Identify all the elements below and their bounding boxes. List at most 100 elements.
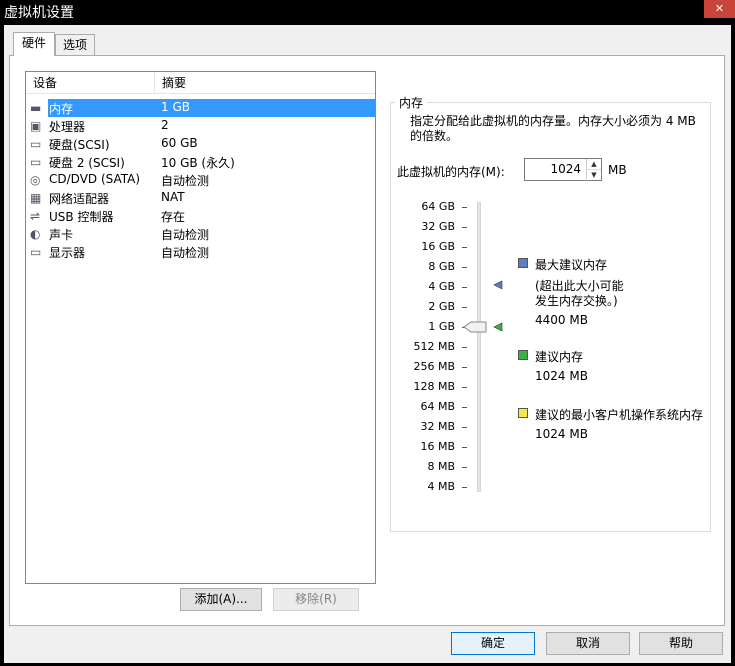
disk-icon: ▭ bbox=[30, 137, 42, 151]
device-list[interactable]: 设备 摘要 ▬ 内存 1 GB ▣ 处理器 2 ▭ 硬盘(SCSI) 60 GB ▭ 硬盘 2 (S… bbox=[25, 71, 376, 584]
cd-icon: ◎ bbox=[30, 173, 41, 187]
slider-tick-mark bbox=[462, 427, 467, 428]
slider-tick-mark bbox=[462, 247, 467, 248]
device-row[interactable]: ▦ 网络适配器 NAT bbox=[26, 189, 375, 207]
device-name: 硬盘 2 (SCSI) bbox=[49, 156, 125, 170]
column-header-device[interactable]: 设备 bbox=[26, 72, 154, 94]
memory-description: 指定分配给此虚拟机的内存量。内存大小必须为 4 MB 的倍数。 bbox=[410, 114, 696, 143]
slider-tick-mark bbox=[462, 327, 467, 328]
slider-tick-mark bbox=[462, 407, 467, 408]
device-row[interactable]: ▭ 显示器 自动检测 bbox=[26, 243, 375, 261]
window-title: 虚拟机设置 bbox=[4, 5, 74, 21]
memory-field-label: 此虚拟机的内存(M): bbox=[397, 165, 505, 179]
device-row[interactable]: ⇌ USB 控制器 存在 bbox=[26, 207, 375, 225]
memory-spinbox[interactable]: 1024 ▲ ▼ bbox=[524, 158, 602, 181]
legend-value: 4400 MB bbox=[535, 313, 588, 327]
slider-tick-label: 8 GB bbox=[428, 260, 455, 273]
device-summary: 2 bbox=[161, 118, 169, 132]
legend-title: 最大建议内存 bbox=[535, 258, 608, 272]
cancel-button[interactable]: 取消 bbox=[546, 632, 630, 655]
tab-options[interactable]: 选项 bbox=[55, 34, 95, 56]
slider-tick-mark bbox=[462, 387, 467, 388]
usb-icon: ⇌ bbox=[30, 209, 41, 223]
device-row[interactable]: ◎ CD/DVD (SATA) 自动检测 bbox=[26, 171, 375, 189]
slider-tick-mark bbox=[462, 307, 467, 308]
device-summary: 1 GB bbox=[161, 100, 190, 114]
slider-tick-label: 512 MB bbox=[413, 340, 455, 353]
spin-up-icon[interactable]: ▲ bbox=[586, 159, 601, 170]
device-summary: 60 GB bbox=[161, 136, 198, 150]
device-name: USB 控制器 bbox=[49, 210, 114, 224]
remove-button[interactable]: 移除(R) bbox=[273, 588, 359, 611]
memory-value[interactable]: 1024 bbox=[550, 162, 581, 176]
slider-tick-label: 32 GB bbox=[421, 220, 455, 233]
device-name: 处理器 bbox=[49, 120, 86, 134]
slider-tick-mark bbox=[462, 207, 467, 208]
slider-tick-mark bbox=[462, 227, 467, 228]
list-header: 设备 摘要 bbox=[26, 72, 375, 94]
slider-tick-mark bbox=[462, 467, 467, 468]
slider-tick-mark bbox=[462, 347, 467, 348]
slider-tick-mark bbox=[462, 267, 467, 268]
disk-icon: ▭ bbox=[30, 155, 42, 169]
slider-tick-label: 16 MB bbox=[420, 440, 455, 453]
legend-value: 1024 MB bbox=[535, 369, 588, 383]
slider-tick-label: 64 GB bbox=[421, 200, 455, 213]
slider-tick-mark bbox=[462, 287, 467, 288]
slider-tick-label: 8 MB bbox=[427, 460, 455, 473]
device-name: CD/DVD (SATA) bbox=[49, 172, 141, 186]
selection-highlight bbox=[48, 99, 375, 117]
ok-button[interactable]: 确定 bbox=[451, 632, 535, 655]
legend-note: 发生内存交换。) bbox=[535, 294, 618, 308]
memory-icon: ▬ bbox=[30, 101, 42, 115]
display-icon: ▭ bbox=[30, 245, 42, 259]
device-row[interactable]: ◐ 声卡 自动检测 bbox=[26, 225, 375, 243]
vm-settings-window: 虚拟机设置 ✕ 硬件 选项 设备 摘要 ▬ 内存 1 GB ▣ 处理器 2 ▭ 硬盘(SCSI… bbox=[0, 0, 735, 666]
slider-tick-label: 64 MB bbox=[420, 400, 455, 413]
slider-tick-label: 32 MB bbox=[420, 420, 455, 433]
slider-tick-label: 2 GB bbox=[428, 300, 455, 313]
device-summary: 自动检测 bbox=[161, 228, 210, 242]
device-name: 内存 bbox=[49, 102, 74, 116]
device-summary: 10 GB (永久) bbox=[161, 156, 235, 170]
spin-down-icon[interactable]: ▼ bbox=[586, 170, 601, 181]
device-name: 网络适配器 bbox=[49, 192, 110, 206]
legend-value: 1024 MB bbox=[535, 427, 588, 441]
slider-tick-label: 1 GB bbox=[428, 320, 455, 333]
memory-slider-track[interactable] bbox=[477, 202, 481, 492]
hardware-panel: 设备 摘要 ▬ 内存 1 GB ▣ 处理器 2 ▭ 硬盘(SCSI) 60 GB ▭ 硬盘 2 (S… bbox=[9, 55, 725, 626]
device-row[interactable]: ▣ 处理器 2 bbox=[26, 117, 375, 135]
slider-tick-label: 4 GB bbox=[428, 280, 455, 293]
sound-icon: ◐ bbox=[30, 227, 41, 241]
device-summary: 自动检测 bbox=[161, 246, 210, 260]
dialog-client: 硬件 选项 设备 摘要 ▬ 内存 1 GB ▣ 处理器 2 ▭ 硬盘(SCSI) 60 GB ▭ 硬… bbox=[4, 25, 731, 663]
title-bar: 虚拟机设置 ✕ bbox=[0, 0, 735, 25]
device-name: 声卡 bbox=[49, 228, 74, 242]
device-summary: 自动检测 bbox=[161, 174, 210, 188]
device-summary: NAT bbox=[161, 190, 185, 204]
tab-hardware[interactable]: 硬件 bbox=[13, 32, 55, 56]
add-button[interactable]: 添加(A)... bbox=[180, 588, 262, 611]
slider-tick-mark bbox=[462, 367, 467, 368]
device-row[interactable]: ▭ 硬盘 2 (SCSI) 10 GB (永久) bbox=[26, 153, 375, 171]
device-summary: 存在 bbox=[161, 210, 186, 224]
legend-title: 建议的最小客户机操作系统内存 bbox=[535, 408, 704, 422]
device-name: 显示器 bbox=[49, 246, 86, 260]
column-header-summary[interactable]: 摘要 bbox=[154, 72, 375, 94]
memory-unit: MB bbox=[608, 163, 627, 177]
slider-tick-label: 4 MB bbox=[427, 480, 455, 493]
processor-icon: ▣ bbox=[30, 119, 42, 133]
slider-tick-mark bbox=[462, 487, 467, 488]
device-name: 硬盘(SCSI) bbox=[49, 138, 110, 152]
legend-swatch bbox=[518, 408, 528, 418]
slider-tick-mark bbox=[462, 447, 467, 448]
device-row[interactable]: ▭ 硬盘(SCSI) 60 GB bbox=[26, 135, 375, 153]
device-row[interactable]: ▬ 内存 1 GB bbox=[26, 99, 375, 117]
slider-tick-label: 256 MB bbox=[413, 360, 455, 373]
slider-tick-label: 16 GB bbox=[421, 240, 455, 253]
help-button[interactable]: 帮助 bbox=[639, 632, 723, 655]
close-icon[interactable]: ✕ bbox=[704, 0, 735, 18]
legend-title: 建议内存 bbox=[535, 350, 584, 364]
legend-swatch bbox=[518, 350, 528, 360]
slider-tick-label: 128 MB bbox=[413, 380, 455, 393]
